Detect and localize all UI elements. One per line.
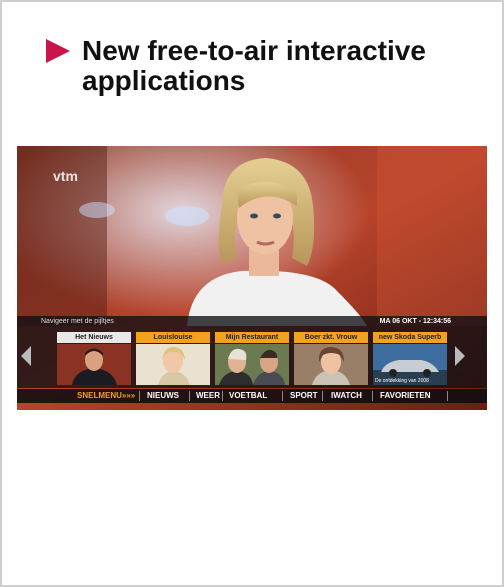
carousel-left-arrow-icon[interactable] xyxy=(21,346,31,366)
carousel-right-arrow-icon[interactable] xyxy=(455,346,465,366)
tile-boer-zkt-vrouw[interactable]: Boer zkt. Vrouw xyxy=(294,332,368,385)
tile-louislouise[interactable]: Louislouise xyxy=(136,332,210,385)
menu-item-weer[interactable]: WEER xyxy=(196,389,220,403)
news-anchor-thumbnail xyxy=(57,344,131,385)
menu-item-snelmenu[interactable]: SNELMENU»»» xyxy=(77,389,135,403)
tile-label: Louislouise xyxy=(136,332,210,343)
menu-item-iwatch[interactable]: IWATCH xyxy=(331,389,362,403)
triangle-bullet-icon xyxy=(46,39,70,63)
menu-divider xyxy=(282,391,283,401)
channel-logo: vtm xyxy=(53,168,78,184)
menu-item-sport[interactable]: SPORT xyxy=(290,389,318,403)
mijn-restaurant-thumbnail xyxy=(215,344,289,385)
tile-label: new Skoda Superb xyxy=(373,332,447,343)
tile-het-nieuws[interactable]: Het Nieuws xyxy=(57,332,131,385)
louislouise-thumbnail xyxy=(136,344,210,385)
datetime: MA 06 OKT - 12:34:56 xyxy=(379,318,451,325)
tile-label: Boer zkt. Vrouw xyxy=(294,332,368,343)
menu-divider xyxy=(322,391,323,401)
nav-hint: Navigeer met de pijltjes xyxy=(41,318,114,325)
tile-mijn-restaurant[interactable]: Mijn Restaurant xyxy=(215,332,289,385)
fast-forward-icon: »»» xyxy=(121,391,136,400)
menu-item-nieuws[interactable]: NIEUWS xyxy=(147,389,179,403)
menu-item-voetbal[interactable]: VOETBAL xyxy=(229,389,267,403)
menu-divider xyxy=(222,391,223,401)
tile-label: Het Nieuws xyxy=(57,332,131,343)
tile-skoda-superb[interactable]: new Skoda Superb De ontdekking van 2008 xyxy=(373,332,447,385)
menu-divider xyxy=(372,391,373,401)
menu-divider xyxy=(447,391,448,401)
boer-zkt-vrouw-thumbnail xyxy=(294,344,368,385)
menu-item-favorieten[interactable]: FAVORIETEN xyxy=(380,389,431,403)
tile-label: Mijn Restaurant xyxy=(215,332,289,343)
slide-title: New free-to-air interactive applications xyxy=(82,35,426,96)
menu-divider xyxy=(189,391,190,401)
tv-screenshot: vtm Navigeer met de pijltjes MA 06 OKT -… xyxy=(17,146,487,410)
bottom-menu: SNELMENU»»» NIEUWS WEER VOETBAL SPORT IW… xyxy=(17,389,487,403)
tile-caption: De ontdekking van 2008 xyxy=(375,378,429,384)
menu-divider xyxy=(139,391,140,401)
